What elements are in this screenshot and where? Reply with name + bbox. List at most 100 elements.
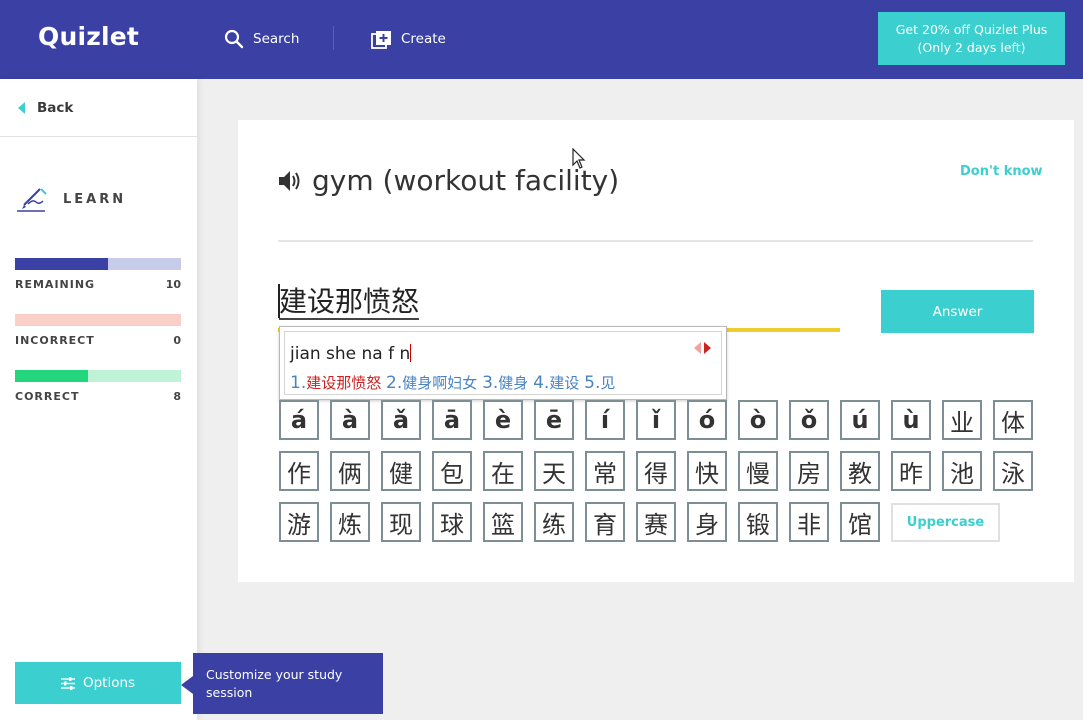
ime-candidate[interactable]: 2.健身啊妇女: [386, 373, 478, 393]
tooltip-arrow: [181, 676, 193, 694]
character-key[interactable]: ò: [738, 400, 778, 440]
card-divider: [278, 240, 1033, 242]
correct-count: 8: [173, 390, 181, 403]
ime-prev-page-icon[interactable]: [694, 342, 701, 354]
character-key[interactable]: 业: [942, 400, 982, 440]
character-key[interactable]: 游: [279, 502, 319, 542]
search-label: Search: [253, 31, 300, 47]
character-key[interactable]: 炼: [330, 502, 370, 542]
character-key[interactable]: ù: [891, 400, 931, 440]
create-icon: [371, 30, 391, 49]
character-key[interactable]: 房: [789, 451, 829, 491]
character-key[interactable]: 昨: [891, 451, 931, 491]
speaker-icon[interactable]: [278, 170, 302, 192]
character-key[interactable]: 赛: [636, 502, 676, 542]
ime-candidate[interactable]: 5.见: [584, 373, 616, 393]
character-key[interactable]: ǐ: [636, 400, 676, 440]
upgrade-promo-button[interactable]: Get 20% off Quizlet Plus (Only 2 days le…: [878, 12, 1065, 65]
nav-divider: [333, 26, 334, 50]
character-key[interactable]: 练: [534, 502, 574, 542]
ime-candidate[interactable]: 3.健身: [482, 373, 529, 393]
character-key[interactable]: ē: [534, 400, 574, 440]
character-key[interactable]: 天: [534, 451, 574, 491]
candidate-num: 1.: [290, 373, 307, 393]
back-label: Back: [37, 99, 74, 116]
character-key[interactable]: 作: [279, 451, 319, 491]
character-key[interactable]: 俩: [330, 451, 370, 491]
candidate-num: 4.: [533, 373, 550, 393]
character-key[interactable]: 在: [483, 451, 523, 491]
character-key[interactable]: à: [330, 400, 370, 440]
character-key[interactable]: 常: [585, 451, 625, 491]
character-key[interactable]: è: [483, 400, 523, 440]
ime-pinyin: jian she na f n: [290, 344, 411, 364]
character-key[interactable]: 体: [993, 400, 1033, 440]
ime-page-arrows[interactable]: [694, 342, 711, 354]
character-key[interactable]: 身: [687, 502, 727, 542]
character-key[interactable]: ǎ: [381, 400, 421, 440]
customize-tooltip: Customize your study session: [193, 653, 383, 714]
character-key[interactable]: í: [585, 400, 625, 440]
incorrect-progress: INCORRECT 0: [15, 314, 181, 347]
character-key[interactable]: 篮: [483, 502, 523, 542]
character-key[interactable]: ǒ: [789, 400, 829, 440]
remaining-bar: [15, 258, 181, 270]
character-key[interactable]: 包: [432, 451, 472, 491]
candidate-text: 健身啊妇女: [402, 374, 478, 392]
character-key[interactable]: 球: [432, 502, 472, 542]
candidate-num: 5.: [584, 373, 601, 393]
incorrect-bar: [15, 314, 181, 326]
candidate-text: 健身: [498, 374, 529, 392]
remaining-count: 10: [165, 278, 181, 291]
correct-bar: [15, 370, 181, 382]
quizlet-logo[interactable]: Quizlet: [38, 22, 139, 51]
ime-candidate[interactable]: 4.建设: [533, 373, 580, 393]
options-label: Options: [82, 675, 136, 691]
prompt-row: gym (workout facility): [278, 164, 619, 197]
candidate-text: 建设: [549, 374, 580, 392]
character-key[interactable]: á: [279, 400, 319, 440]
character-key[interactable]: ú: [840, 400, 880, 440]
character-key[interactable]: 池: [942, 451, 982, 491]
character-key[interactable]: 现: [381, 502, 421, 542]
options-button[interactable]: Options: [15, 662, 181, 704]
sidebar: Back LEARN REMAINING 10 INCORRECT 0 CORR…: [0, 79, 197, 720]
dont-know-link[interactable]: Don't know: [960, 164, 1043, 179]
remaining-label: REMAINING: [15, 278, 96, 291]
remaining-progress: REMAINING 10: [15, 258, 181, 291]
character-key[interactable]: 健: [381, 451, 421, 491]
create-label: Create: [401, 31, 446, 47]
answer-text: 建设那愤怒: [279, 285, 420, 320]
character-key[interactable]: 锻: [738, 502, 778, 542]
study-mode-header: LEARN: [15, 183, 126, 215]
incorrect-label: INCORRECT: [15, 334, 95, 347]
character-key[interactable]: 育: [585, 502, 625, 542]
back-arrow-icon: [18, 101, 25, 114]
correct-progress: CORRECT 8: [15, 370, 181, 403]
character-key[interactable]: 教: [840, 451, 880, 491]
uppercase-button[interactable]: Uppercase: [891, 503, 1000, 542]
candidate-text: 见: [600, 374, 616, 392]
promo-line-2: (Only 2 days left): [917, 40, 1026, 55]
character-key[interactable]: 得: [636, 451, 676, 491]
back-button[interactable]: Back: [0, 79, 197, 137]
ime-composition: jian she na f n: [290, 344, 412, 364]
search-nav-button[interactable]: Search: [224, 27, 299, 51]
character-key[interactable]: 非: [789, 502, 829, 542]
candidate-text: 建设那愤怒: [306, 374, 382, 392]
sliders-icon: [60, 676, 75, 690]
character-key[interactable]: ā: [432, 400, 472, 440]
character-key[interactable]: 馆: [840, 502, 880, 542]
answer-button[interactable]: Answer: [881, 290, 1034, 333]
character-key[interactable]: ó: [687, 400, 727, 440]
candidate-num: 3.: [482, 373, 499, 393]
ime-candidate-window: jian she na f n 1.建设那愤怒 2.健身啊妇女 3.健身 4.建…: [279, 326, 727, 400]
ime-next-page-icon[interactable]: [704, 342, 711, 354]
answer-input[interactable]: 建设那愤怒: [279, 280, 799, 320]
ime-candidate[interactable]: 1.建设那愤怒: [290, 373, 382, 393]
character-key[interactable]: 慢: [738, 451, 778, 491]
character-key[interactable]: 快: [687, 451, 727, 491]
create-nav-button[interactable]: Create: [371, 27, 446, 51]
character-key[interactable]: 泳: [993, 451, 1033, 491]
ime-inner-frame: jian she na f n 1.建设那愤怒 2.健身啊妇女 3.健身 4.建…: [284, 331, 722, 395]
